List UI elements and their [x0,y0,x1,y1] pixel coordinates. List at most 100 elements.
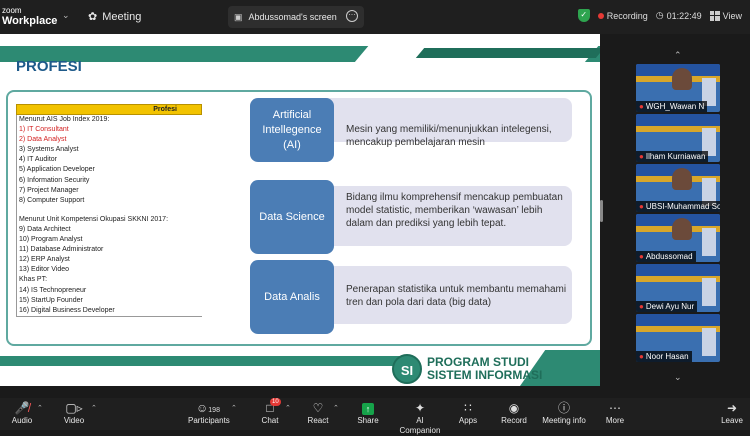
grid-view-icon [709,10,720,21]
leave-door-icon: ➜ [726,401,738,415]
table-row: 8) Computer Support [16,195,202,206]
muted-mic-icon: ● [639,102,644,111]
recording-indicator[interactable]: Recording [597,10,648,21]
ai-companion-label: AI Companion [399,416,441,435]
chat-button[interactable]: □ 10 Chat [258,398,282,426]
ai-companion-button[interactable]: ✦ AI Companion [396,400,444,436]
zoom-workplace-logo: zoom Workplace [2,6,58,27]
meeting-info-label: Meeting info [542,416,586,425]
muted-mic-icon: ● [639,352,644,361]
meeting-status: ✓ Recording ◷ 01:22:49 View [577,9,742,22]
meeting-toolbar: 🎤̸ Audio ⌃ ▢▹ Video ⌃ ☺198 Participants … [0,398,750,435]
more-label: More [605,416,625,425]
slide-footer-band [0,356,410,366]
table-row: 9) Data Architect [16,224,202,236]
participant-name: ● Abdussomad [636,251,696,262]
participants-button[interactable]: ☺198 Participants [188,400,230,426]
participant-tile[interactable]: ● Ilham Kurniawan [636,114,720,162]
more-button[interactable]: ⋯ More [604,400,626,426]
video-camera-icon: ▢▹ [65,401,83,415]
panel-resize-handle[interactable] [600,200,603,222]
shield-check-icon[interactable]: ✓ [577,9,590,22]
participant-tile[interactable]: ● UBSI-Muhammad So... [636,164,720,212]
video-button[interactable]: ▢▹ Video [62,400,86,426]
table-row: 3) Systems Analyst [16,145,202,156]
apps-icon: ∷ [464,401,472,415]
video-options-caret-icon[interactable]: ⌃ [91,404,97,412]
table-group-3: 14) IS Technopreneur 15) StartUp Founder 1… [16,285,202,317]
record-button[interactable]: ◉ Record [500,400,528,426]
participant-tile[interactable]: ● Noor Hasan [636,314,720,362]
table-row: 15) StartUp Founder [16,295,202,306]
participant-tile[interactable]: ● Abdussomad [636,214,720,262]
participants-caret-icon[interactable]: ⌃ [231,404,237,412]
sparkle-icon: ✦ [414,401,426,415]
table-row: 11) Database Administrator [16,245,202,256]
table-row: 10) Program Analyst [16,235,202,246]
muted-mic-icon: 🎤̸ [14,401,30,415]
title-bar: zoom Workplace ⌄ ✿ Meeting ▣ Abdussomad'… [0,0,750,34]
participant-tile[interactable]: ● Dewi Ayu Nur [636,264,720,312]
meeting-info-button[interactable]: ⓘ Meeting info [542,400,586,426]
slide-header-accent [415,48,600,58]
table-row: 12) ERP Analyst [16,255,202,266]
participant-name: ● Ilham Kurniawan [636,151,709,162]
screen-share-icon: ▣ [234,11,243,22]
table-group-1: 1) IT Consultant 2) Data Analyst 3) System… [16,125,202,206]
si-logo-mark: SI [392,354,422,384]
table-row: 16) Digital Business Developer [16,305,202,317]
recording-label: Recording [606,10,648,21]
brand-line2: Workplace [2,15,58,27]
info-icon: ⓘ [557,401,570,415]
shared-screen-tab[interactable]: ▣ Abdussomad's screen ⋯ [228,6,364,28]
audio-options-caret-icon[interactable]: ⌃ [37,404,43,412]
gallery-down-arrow-icon[interactable]: ⌄ [674,372,682,383]
react-caret-icon[interactable]: ⌃ [333,404,339,412]
record-dot-icon [597,12,604,19]
share-button[interactable]: ↑ Share [356,400,380,426]
shared-screen-name: Abdussomad's screen [248,12,337,22]
participant-name-text: Ilham Kurniawan [645,152,706,161]
participant-name-text: WGH_Wawan N [645,102,705,111]
program-logo: SI PROGRAM STUDI SISTEM INFORMASI [392,354,542,384]
share-label: Share [357,416,379,425]
react-label: React [307,416,329,425]
participant-tile[interactable]: ● WGH_Wawan N [636,64,720,112]
badge-data-science: Data Science [250,180,334,254]
participant-name-text: UBSI-Muhammad So... [645,202,720,211]
card-text-data-analis: Penerapan statistika untuk membantu mema… [346,284,567,308]
more-options-icon[interactable]: ⋯ [346,10,358,22]
tile-building [702,328,716,356]
participant-name: ● Dewi Ayu Nur [636,301,698,312]
audio-button[interactable]: 🎤̸ Audio [10,400,34,426]
table-row: 6) Information Security [16,175,202,186]
tile-background [636,264,720,276]
shared-screen-view: PROFESI Profesi Menurut AIS Job Index 20… [0,34,600,386]
table-row: 13) Editor Video [16,265,202,276]
participant-name-text: Abdussomad [645,252,693,261]
card-text-ai: Mesin yang memiliki/menunjukkan intelege… [346,124,552,148]
leave-button[interactable]: ➜ Leave [720,400,744,426]
view-label: View [722,10,742,21]
tile-building [702,278,716,306]
chat-label: Chat [261,416,279,425]
react-button[interactable]: ♡ React [306,400,330,426]
gallery-up-arrow-icon[interactable]: ⌃ [674,50,682,61]
muted-mic-icon: ● [639,252,644,261]
view-button[interactable]: View [709,10,742,21]
table-group-title: Khas PT: [16,275,202,286]
participant-name-text: Noor Hasan [645,352,689,361]
logo-line2: SISTEM INFORMASI [427,368,543,382]
participants-count: 198 [208,407,220,414]
participant-video [672,68,692,90]
apps-button[interactable]: ∷ Apps [456,400,480,426]
chat-caret-icon[interactable]: ⌃ [285,404,291,412]
participant-name: ● WGH_Wawan N [636,101,708,112]
chevron-down-icon[interactable]: ⌄ [62,10,70,21]
badge-data-analis: Data Analis [250,260,334,334]
muted-mic-icon: ● [639,202,644,211]
table-row: 14) IS Technopreneur [16,285,202,296]
meeting-menu[interactable]: ✿ Meeting [88,10,141,24]
heart-icon: ♡ [312,401,324,415]
leave-label: Leave [721,416,743,425]
